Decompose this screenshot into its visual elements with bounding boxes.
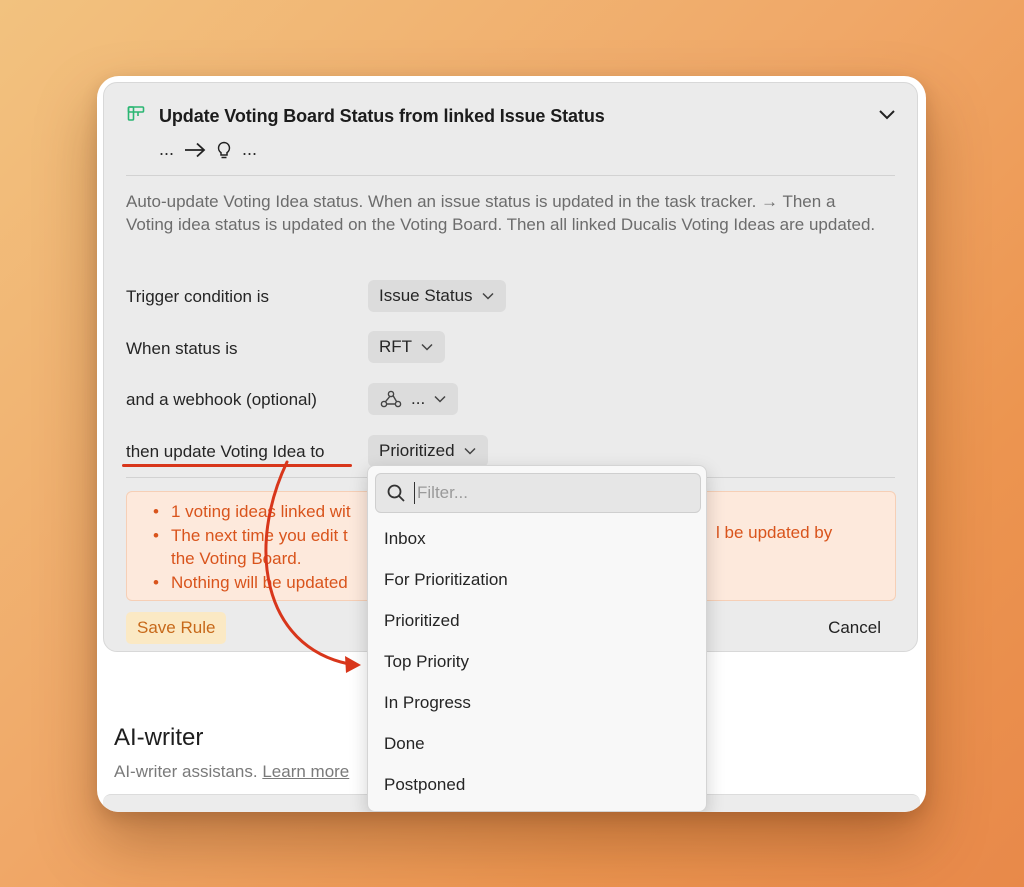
settings-window: Update Voting Board Status from linked I… — [97, 76, 926, 812]
status-value: RFT — [379, 337, 413, 356]
divider — [126, 175, 895, 176]
filter-box — [375, 473, 701, 513]
option-for-prioritization[interactable]: For Prioritization — [384, 570, 508, 590]
lightbulb-icon — [217, 141, 231, 158]
update-select[interactable]: Prioritized — [368, 435, 488, 467]
option-in-progress[interactable]: In Progress — [384, 693, 471, 713]
save-rule-button[interactable]: Save Rule — [126, 612, 227, 644]
status-label: When status is — [126, 339, 238, 358]
chevron-down-icon — [464, 447, 476, 455]
ai-writer-subtitle: AI-writer assistans. Learn more — [114, 762, 349, 782]
trigger-value: Issue Status — [379, 286, 473, 305]
learn-more-link[interactable]: Learn more — [262, 762, 349, 781]
chevron-down-icon[interactable] — [877, 107, 897, 123]
status-select[interactable]: RFT — [368, 331, 446, 363]
trigger-select[interactable]: Issue Status — [368, 280, 506, 312]
option-done[interactable]: Done — [384, 734, 425, 754]
update-value: Prioritized — [379, 441, 455, 460]
rule-title: Update Voting Board Status from linked I… — [159, 106, 605, 126]
webhook-select[interactable]: ... — [368, 383, 459, 415]
warning-item-cont: the Voting Board. — [171, 549, 302, 568]
flow-target: ... — [242, 139, 258, 159]
option-prioritized[interactable]: Prioritized — [384, 611, 460, 631]
update-label: then update Voting Idea to — [126, 442, 325, 461]
highlight-underline — [122, 464, 352, 467]
option-postponed[interactable]: Postponed — [384, 775, 465, 795]
option-top-priority[interactable]: Top Priority — [384, 652, 469, 672]
status-dropdown: Inbox For Prioritization Prioritized Top… — [367, 465, 707, 812]
flow-source: ... — [159, 139, 175, 159]
warning-tail: l be updated by — [716, 523, 833, 542]
webhook-value: ... — [411, 389, 426, 408]
warning-item-text: The next time you edit t — [171, 525, 348, 545]
trigger-label: Trigger condition is — [126, 287, 269, 306]
arrow-right-icon — [185, 142, 206, 157]
ai-writer-description: AI-writer assistans. — [114, 762, 258, 781]
rule-description: Auto-update Voting Idea status. When an … — [126, 192, 876, 234]
rule-flow: ... ... — [159, 139, 257, 160]
chevron-down-icon — [421, 343, 433, 351]
chevron-down-icon — [434, 395, 446, 403]
cancel-button[interactable]: Cancel — [828, 618, 881, 638]
filter-input[interactable] — [414, 482, 689, 504]
webhook-icon — [380, 390, 402, 408]
chevron-down-icon — [482, 292, 494, 300]
board-icon — [127, 106, 145, 121]
option-inbox[interactable]: Inbox — [384, 529, 426, 549]
webhook-label: and a webhook (optional) — [126, 390, 317, 409]
search-icon — [387, 484, 405, 502]
ai-writer-title: AI-writer — [114, 724, 204, 751]
